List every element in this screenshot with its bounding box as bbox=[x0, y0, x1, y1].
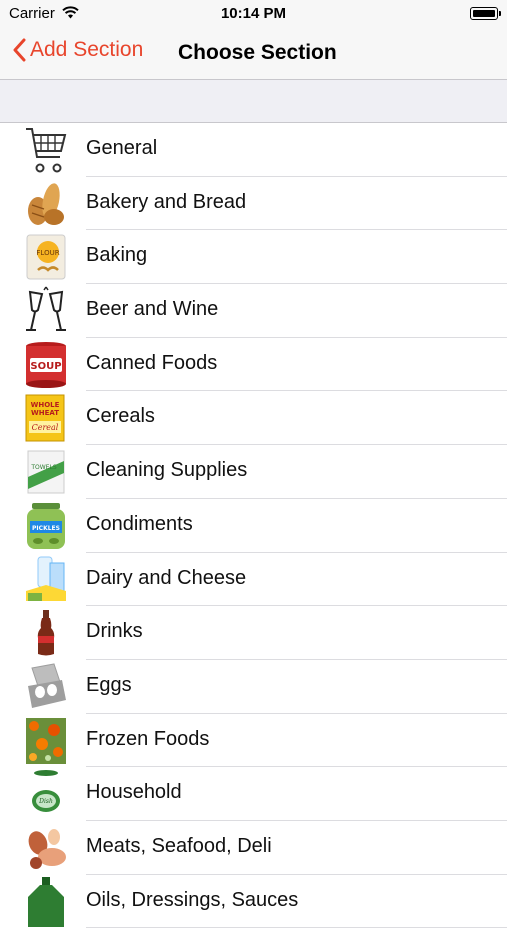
list-item-label: General bbox=[86, 137, 158, 159]
shopping-cart-icon bbox=[24, 125, 68, 175]
svg-text:PICKLES: PICKLES bbox=[32, 525, 60, 532]
bread-icon bbox=[24, 179, 68, 229]
svg-text:WHEAT: WHEAT bbox=[31, 409, 59, 417]
chevron-left-icon bbox=[13, 38, 26, 62]
list-item[interactable]: WHOLE WHEAT Cereal Cereals bbox=[0, 391, 507, 446]
cereal-box-icon: WHOLE WHEAT Cereal bbox=[24, 393, 68, 443]
list-item-label: Bakery and Bread bbox=[86, 190, 247, 213]
back-button[interactable]: Add Section bbox=[12, 38, 143, 62]
list-item[interactable]: Meats, Seafood, Deli bbox=[0, 821, 507, 875]
list-item-label: Frozen Foods bbox=[86, 727, 210, 750]
pickles-jar-icon: PICKLES bbox=[24, 501, 68, 551]
list-item[interactable]: Bakery and Bread bbox=[0, 177, 507, 231]
svg-text:Cereal: Cereal bbox=[32, 423, 59, 432]
list-item-label: Cereals bbox=[86, 405, 155, 428]
svg-text:SOUP: SOUP bbox=[30, 361, 61, 372]
list-item[interactable]: PICKLES Condiments bbox=[0, 499, 507, 553]
list-item[interactable]: Drinks bbox=[0, 606, 507, 660]
meats-icon bbox=[24, 823, 68, 873]
list-item-label: Oils, Dressings, Sauces bbox=[86, 888, 299, 911]
list-item[interactable]: Eggs bbox=[0, 660, 507, 714]
row-divider bbox=[86, 927, 507, 929]
section-header bbox=[0, 80, 507, 123]
wine-glasses-icon bbox=[24, 286, 68, 336]
list-item-label: Condiments bbox=[86, 512, 193, 535]
list-item-label: Household bbox=[86, 781, 182, 804]
section-list: General Bakery and Bread FLOUR Baking Be… bbox=[0, 123, 507, 929]
svg-text:FLOUR: FLOUR bbox=[36, 249, 59, 257]
clock: 10:14 PM bbox=[220, 5, 287, 22]
list-item[interactable]: Beer and Wine bbox=[0, 284, 507, 338]
flour-bag-icon: FLOUR bbox=[24, 232, 68, 282]
list-item[interactable]: General bbox=[0, 123, 507, 177]
dairy-icon bbox=[24, 555, 68, 605]
egg-carton-icon bbox=[24, 662, 68, 712]
status-bar: Carrier 10:14 PM bbox=[0, 0, 507, 28]
list-item[interactable]: Dairy and Cheese bbox=[0, 553, 507, 607]
list-item[interactable]: FLOUR Baking bbox=[0, 230, 507, 285]
list-item-label: Meats, Seafood, Deli bbox=[86, 834, 272, 857]
paper-towels-icon: TOWELS bbox=[24, 447, 68, 497]
page-title: Choose Section bbox=[178, 41, 337, 64]
list-item-label: Eggs bbox=[86, 673, 132, 696]
list-item[interactable]: SOUP Canned Foods bbox=[0, 338, 507, 392]
list-item-label: Drinks bbox=[86, 620, 143, 643]
list-item-label: Beer and Wine bbox=[86, 298, 219, 321]
list-item[interactable]: TOWELS Cleaning Supplies bbox=[0, 445, 507, 499]
svg-text:WHOLE: WHOLE bbox=[31, 401, 60, 409]
svg-text:TOWELS: TOWELS bbox=[30, 464, 56, 471]
list-item[interactable]: Frozen Foods bbox=[0, 714, 507, 768]
oil-bottle-icon bbox=[24, 876, 68, 927]
back-button-label: Add Section bbox=[30, 38, 144, 61]
frozen-vegetables-icon bbox=[24, 716, 68, 766]
navigation-bar: Add Section Choose Section bbox=[0, 28, 507, 80]
list-item-label: Cleaning Supplies bbox=[86, 459, 248, 482]
soda-bottle-icon bbox=[24, 608, 68, 658]
household-can-icon: Dish bbox=[24, 769, 68, 819]
soup-can-icon: SOUP bbox=[24, 340, 68, 390]
list-item[interactable]: Dish Household bbox=[0, 767, 507, 821]
battery-icon bbox=[470, 7, 501, 20]
list-item-label: Baking bbox=[86, 244, 148, 267]
svg-text:Dish: Dish bbox=[38, 798, 53, 805]
list-item-label: Dairy and Cheese bbox=[86, 566, 247, 589]
list-item[interactable]: Oils, Dressings, Sauces bbox=[0, 875, 507, 929]
list-item-label: Canned Foods bbox=[86, 351, 218, 374]
